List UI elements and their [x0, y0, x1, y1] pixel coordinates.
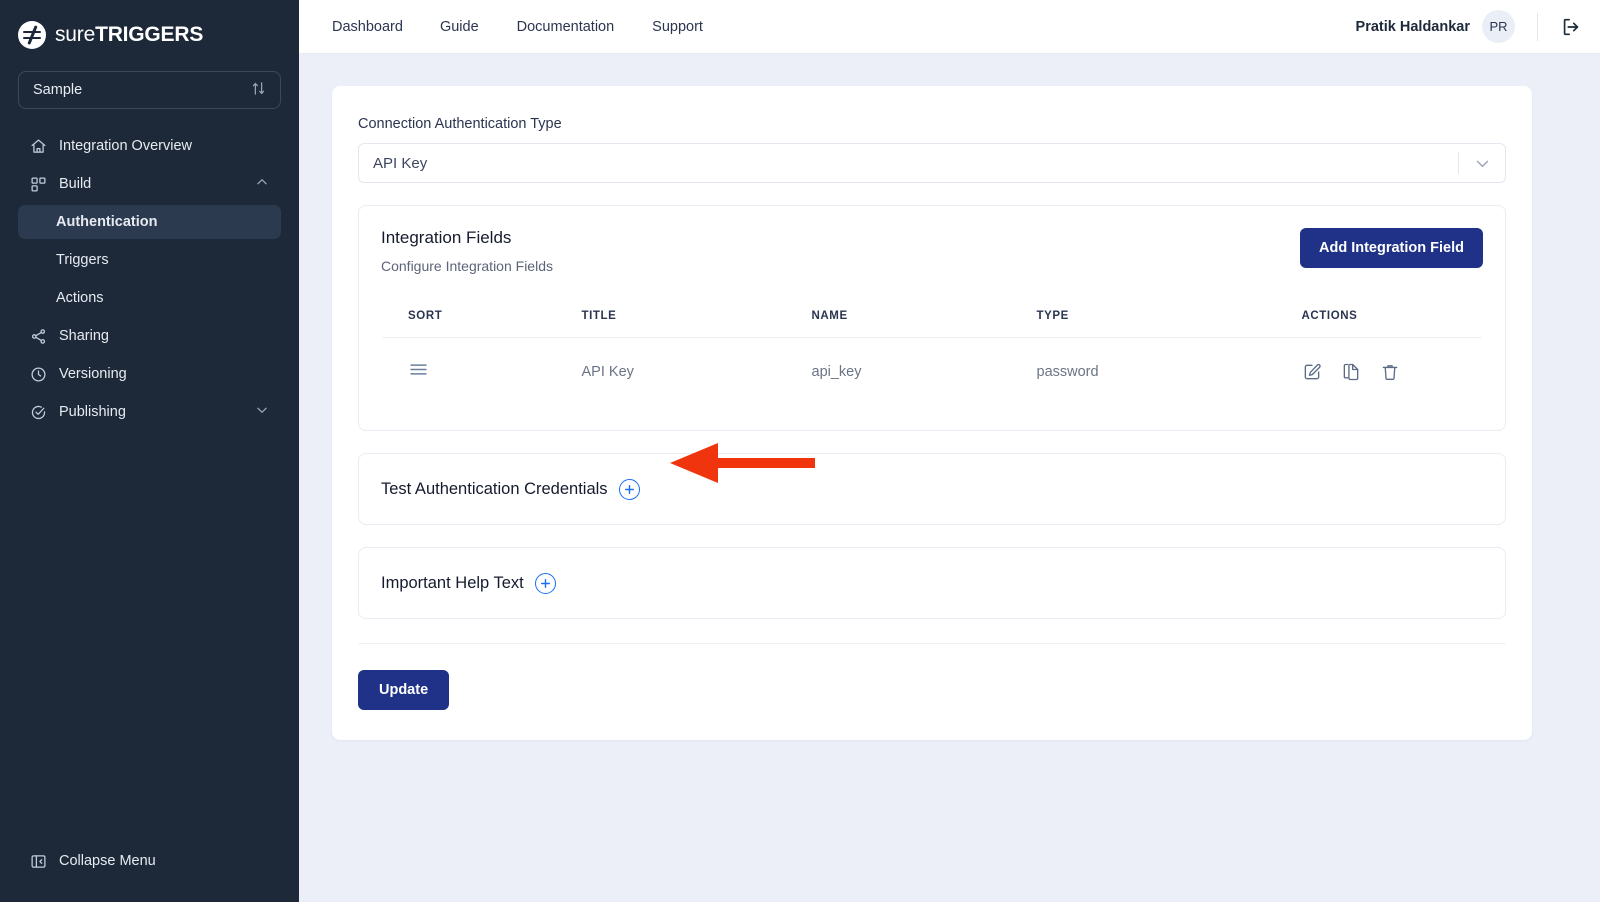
sidebar-item-triggers[interactable]: Triggers [18, 243, 281, 277]
cell-title: API Key [581, 337, 812, 405]
cell-name: api_key [811, 337, 1037, 405]
sidebar-item-label: Authentication [56, 214, 158, 230]
sidebar-nav: Integration Overview Build Authenticatio… [0, 129, 299, 838]
project-selector-value: Sample [33, 82, 83, 98]
panel-collapse-icon [30, 853, 47, 870]
sort-updown-icon [251, 81, 266, 99]
collapse-menu-label: Collapse Menu [59, 853, 156, 869]
important-help-text-section[interactable]: Important Help Text [358, 547, 1506, 619]
user-name: Pratik Haldankar [1355, 18, 1470, 35]
duplicate-icon[interactable] [1341, 362, 1361, 382]
logout-icon[interactable] [1560, 16, 1582, 38]
check-circle-icon [30, 404, 47, 421]
topbar: Dashboard Guide Documentation Support Pr… [299, 0, 1600, 54]
sidebar-item-label: Build [59, 176, 92, 192]
share-icon [30, 328, 47, 345]
top-navigation: Dashboard Guide Documentation Support [332, 19, 741, 35]
sidebar-item-versioning[interactable]: Versioning [18, 357, 281, 391]
important-help-text-title: Important Help Text [381, 573, 524, 592]
form-footer: Update [358, 643, 1506, 740]
integration-fields-panel: Integration Fields Configure Integration… [358, 205, 1506, 431]
table-body: API Key api_key password [382, 337, 1482, 405]
column-header-name: NAME [811, 295, 1037, 338]
sidebar-item-authentication[interactable]: Authentication [18, 205, 281, 239]
integration-fields-table: SORT TITLE NAME TYPE ACTIONS API Key api… [381, 294, 1483, 406]
collapse-menu-button[interactable]: Collapse Menu [0, 838, 299, 884]
sidebar-item-build[interactable]: Build [18, 167, 281, 201]
topbar-divider [1537, 12, 1538, 41]
table-header-row: SORT TITLE NAME TYPE ACTIONS [382, 295, 1482, 338]
cell-type: password [1036, 337, 1302, 405]
content-area: Connection Authentication Type API Key I… [299, 54, 1600, 902]
integration-fields-title: Integration Fields [381, 228, 512, 247]
sidebar-item-label: Publishing [59, 404, 126, 420]
project-selector[interactable]: Sample [18, 71, 281, 109]
sidebar: sureTRIGGERS Sample Integration Overview [0, 0, 299, 902]
update-button[interactable]: Update [358, 670, 450, 710]
table-head: SORT TITLE NAME TYPE ACTIONS [382, 295, 1482, 338]
clock-icon [30, 366, 47, 383]
column-header-actions: ACTIONS [1301, 295, 1482, 338]
sidebar-item-label: Versioning [59, 366, 127, 382]
cell-sort [382, 337, 582, 405]
brand-name-light: sure [55, 23, 96, 46]
help-text-plus-button[interactable] [534, 572, 556, 594]
test-auth-credentials-section[interactable]: Test Authentication Credentials [358, 453, 1506, 525]
integration-fields-subtitle: Configure Integration Fields [381, 258, 553, 274]
avatar[interactable]: PR [1482, 10, 1515, 43]
sidebar-item-publishing[interactable]: Publishing [18, 395, 281, 429]
drag-handle-icon[interactable] [408, 359, 429, 380]
chevron-up-icon[interactable] [255, 175, 269, 193]
sidebar-item-label: Integration Overview [59, 138, 192, 154]
integration-fields-header: Integration Fields Configure Integration… [381, 228, 1483, 274]
sidebar-item-integration-overview[interactable]: Integration Overview [18, 129, 281, 163]
app-root: sureTRIGGERS Sample Integration Overview [0, 0, 1600, 902]
topnav-item-dashboard[interactable]: Dashboard [332, 19, 440, 35]
auth-type-select[interactable]: API Key [358, 143, 1506, 183]
topnav-item-support[interactable]: Support [652, 19, 741, 35]
chevron-down-icon[interactable] [1459, 155, 1505, 172]
suretriggers-logo-icon [18, 21, 46, 49]
topnav-item-documentation[interactable]: Documentation [517, 19, 653, 35]
topnav-item-guide[interactable]: Guide [440, 19, 517, 35]
sidebar-item-label: Actions [56, 290, 104, 306]
blocks-icon [30, 176, 47, 193]
test-auth-credentials-title: Test Authentication Credentials [381, 479, 608, 498]
main-area: Dashboard Guide Documentation Support Pr… [299, 0, 1600, 902]
column-header-title: TITLE [581, 295, 812, 338]
chevron-down-icon[interactable] [255, 403, 269, 421]
cell-actions [1301, 337, 1482, 405]
topbar-user-area: Pratik Haldankar PR [1356, 10, 1582, 43]
brand-logo[interactable]: sureTRIGGERS [0, 0, 299, 54]
brand-name: sureTRIGGERS [55, 23, 203, 47]
auth-type-value: API Key [373, 154, 428, 172]
delete-icon[interactable] [1380, 362, 1400, 382]
authentication-form-card: Connection Authentication Type API Key I… [332, 86, 1532, 740]
edit-icon[interactable] [1302, 362, 1322, 382]
sidebar-item-sharing[interactable]: Sharing [18, 319, 281, 353]
column-header-type: TYPE [1036, 295, 1302, 338]
sidebar-item-actions[interactable]: Actions [18, 281, 281, 315]
add-integration-field-button[interactable]: Add Integration Field [1300, 228, 1483, 268]
sidebar-item-label: Sharing [59, 328, 109, 344]
auth-type-label: Connection Authentication Type [358, 116, 562, 132]
test-auth-plus-button[interactable] [618, 478, 640, 500]
home-icon [30, 138, 47, 155]
brand-name-bold: TRIGGERS [95, 23, 204, 46]
table-row: API Key api_key password [382, 337, 1482, 405]
column-header-sort: SORT [382, 295, 582, 338]
sidebar-item-label: Triggers [56, 252, 109, 268]
